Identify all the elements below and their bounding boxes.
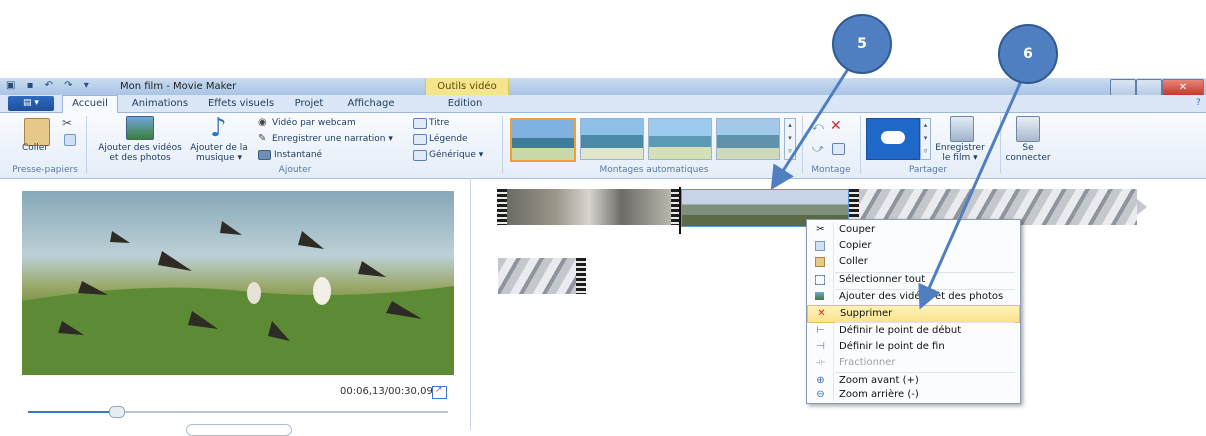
callout-6-arrow (918, 71, 1027, 310)
callout-badge-5: 5 (832, 14, 892, 74)
callout-badge-6: 6 (998, 24, 1058, 84)
callout-5-arrow (770, 57, 857, 191)
